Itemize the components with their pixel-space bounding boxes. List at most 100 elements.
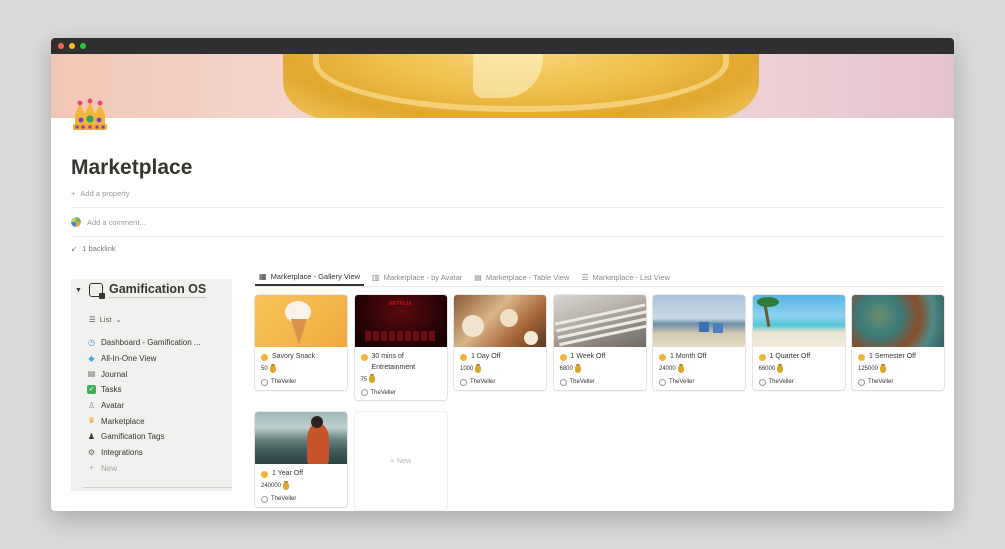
coin-icon: [858, 354, 865, 361]
sidebar-item-avatar[interactable]: ♙ Avatar: [87, 398, 201, 414]
tab-list-view[interactable]: ☰ Marketplace - List View: [577, 269, 674, 286]
person-icon: [858, 378, 865, 386]
sidebar-title[interactable]: Gamification OS: [109, 282, 207, 298]
person-icon: [261, 495, 268, 503]
gamification-logo-icon: [89, 283, 105, 299]
coin-icon: [559, 354, 567, 361]
sidebar-item-journal[interactable]: ▤ Journal: [87, 366, 201, 382]
comment-input[interactable]: Add a comment...: [71, 217, 146, 227]
card-price: 6800: [559, 366, 573, 372]
card-price: 66000: [758, 366, 776, 372]
card-image: [653, 295, 745, 347]
add-property-button[interactable]: + Add a property: [71, 189, 130, 198]
gallery-card-1-month-off[interactable]: 1 Month Off 24000 TheVeller: [653, 295, 745, 390]
money-bag-icon: [574, 363, 581, 373]
backlink-button[interactable]: ↙ 1 backlink: [71, 244, 116, 253]
card-image: [852, 295, 944, 347]
person-icon: [758, 378, 766, 386]
sidebar-item-integrations[interactable]: ⚙ Integrations: [87, 445, 201, 461]
sidebar-item-dashboard[interactable]: ◷ Dashboard - Gamification ...: [87, 335, 201, 351]
card-image: [255, 295, 347, 347]
list-icon: ☰: [581, 273, 589, 282]
person-icon: [460, 378, 467, 386]
minimize-window-button[interactable]: [69, 43, 75, 49]
gallery-card-1-quarter-off[interactable]: 1 Quarter Off 66000 TheVeller: [752, 295, 845, 390]
money-bag-icon: [475, 363, 482, 373]
tab-label: Marketplace - List View: [592, 273, 670, 282]
sidebar-new-label: New: [101, 463, 118, 473]
theater-seats: [364, 331, 437, 341]
gem-icon: ◆: [88, 353, 95, 363]
plus-icon: +: [389, 457, 395, 465]
gallery-card-1-week-off[interactable]: 1 Week Off 6800 TheVeller: [553, 295, 646, 390]
card-image: [255, 412, 347, 464]
close-window-button[interactable]: [58, 43, 64, 49]
tab-table-view[interactable]: ▤ Marketplace - Table View: [470, 269, 573, 286]
tab-gallery-view[interactable]: ▦ Marketplace - Gallery View: [255, 269, 365, 286]
sidebar-item-label: All-In-One View: [101, 354, 157, 364]
person-icon: [659, 378, 666, 386]
person-icon: [559, 378, 567, 386]
backlink-arrow-icon: ↙: [71, 244, 78, 253]
card-owner: TheVeller: [470, 379, 496, 385]
gear-icon: ⚙: [87, 447, 96, 457]
card-image: [454, 295, 546, 347]
view-selector[interactable]: ☰ List ⌄: [89, 315, 122, 324]
coin-icon: [360, 354, 368, 361]
card-title: Savory Snack: [272, 353, 316, 360]
gallery-card-entertainment[interactable]: NETFLIX 30 mins of Entretainment 75 TheV…: [354, 295, 447, 400]
sidebar-item-gamification-tags[interactable]: ♟ Gamification Tags: [87, 429, 201, 445]
sidebar-new-button[interactable]: + New: [87, 461, 201, 477]
divider: [71, 236, 944, 237]
gallery-card-1-day-off[interactable]: 1 Day Off 1000 TheVeller: [454, 295, 546, 390]
card-price: 24000: [659, 366, 676, 372]
card-title: 1 Day Off: [471, 353, 501, 360]
view-label: List: [99, 315, 112, 324]
card-owner: TheVeller: [271, 379, 297, 385]
tab-label: Marketplace - Gallery View: [270, 272, 361, 281]
tab-label: Marketplace - by Avatar: [383, 273, 463, 282]
sidebar-item-tasks[interactable]: ✓ Tasks: [87, 382, 201, 398]
card-title: 30 mins of Entretainment: [371, 353, 416, 371]
notebook-icon: ▤: [87, 369, 96, 379]
coin-icon: [659, 354, 666, 361]
card-image: [752, 295, 845, 347]
sidebar-item-label: Integrations: [101, 448, 143, 458]
board-icon: ▥: [372, 273, 380, 282]
person-icon: [360, 389, 368, 396]
plus-icon: +: [89, 463, 94, 473]
gallery-card-1-year-off[interactable]: 1 Year Off 240000 TheVeller: [255, 412, 347, 507]
card-title: 1 Year Off: [272, 470, 304, 477]
gallery-card-savory-snack[interactable]: Savory Snack 50 TheVeller: [255, 295, 347, 390]
user-avatar-icon: [71, 217, 81, 227]
backlink-label: 1 backlink: [82, 244, 116, 253]
page-cover-image[interactable]: [51, 54, 954, 118]
gallery-card-1-semester-off[interactable]: 1 Semester Off 125000 TheVeller: [852, 295, 944, 390]
money-bag-icon: [880, 363, 887, 373]
card-owner: TheVeller: [768, 379, 794, 385]
sidebar-item-marketplace[interactable]: ♛ Marketplace: [87, 413, 201, 429]
card-title: 1 Week Off: [570, 353, 606, 360]
gallery-icon: ▦: [259, 272, 267, 281]
window-titlebar: [51, 38, 954, 54]
money-bag-icon: [369, 374, 376, 383]
toggle-triangle-icon[interactable]: ▼: [75, 287, 83, 294]
divider: [83, 487, 232, 488]
add-property-label: Add a property: [80, 189, 130, 198]
tab-by-avatar[interactable]: ▥ Marketplace - by Avatar: [368, 269, 466, 286]
sidebar-item-all-in-one[interactable]: ◆ All-In-One View: [87, 351, 201, 367]
card-owner: TheVeller: [669, 379, 695, 385]
crown-icon: ♛: [87, 416, 96, 426]
view-tabs: ▦ Marketplace - Gallery View ▥ Marketpla…: [255, 269, 944, 287]
coin-icon: [460, 354, 467, 361]
comment-placeholder: Add a comment...: [87, 217, 146, 227]
chevron-down-icon: ⌄: [115, 315, 122, 324]
crown-icon[interactable]: [71, 98, 109, 134]
gold-coin-illustration: [283, 54, 759, 118]
card-title: 1 Month Off: [670, 353, 707, 360]
new-card-button[interactable]: + New: [355, 412, 447, 510]
sidebar-item-label: Journal: [101, 369, 128, 379]
checkbox-icon: ✓: [87, 385, 96, 395]
maximize-window-button[interactable]: [80, 43, 86, 49]
page-title[interactable]: Marketplace: [71, 156, 192, 180]
